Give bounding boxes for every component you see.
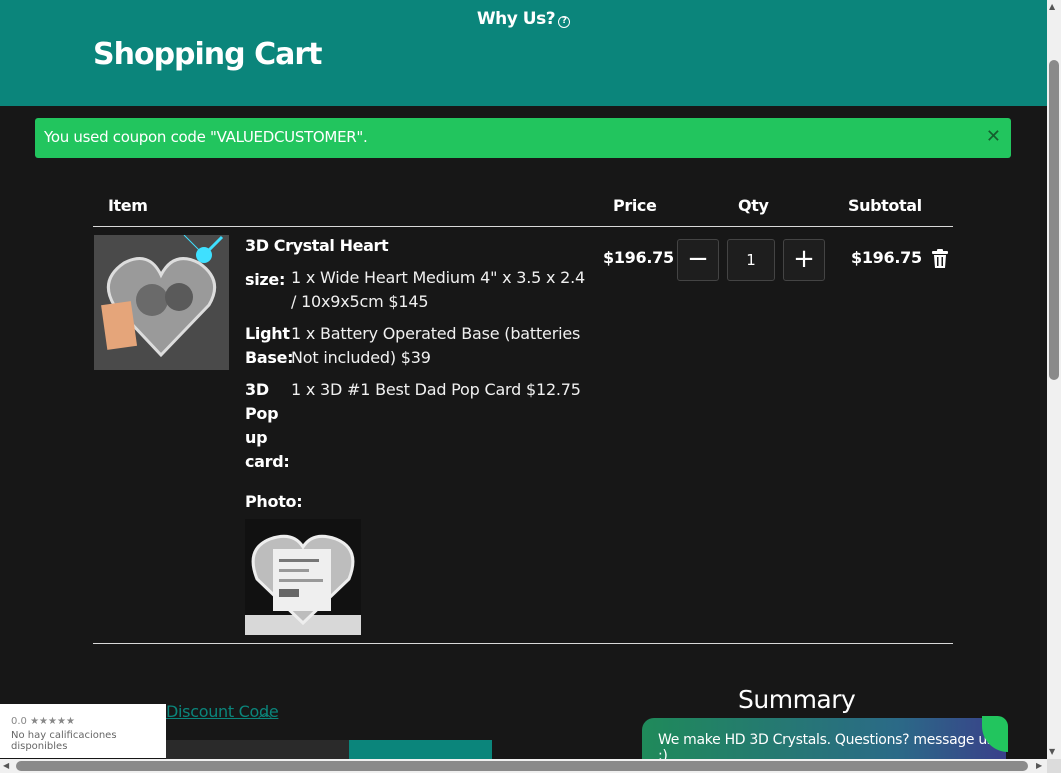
photo-label: Photo: [245, 492, 303, 511]
why-us-label[interactable]: Why Us? [477, 9, 556, 29]
column-header-item: Item [108, 196, 148, 215]
item-price: $196.75 [603, 248, 674, 267]
rating-score: 0.0 ★★★★★ [11, 716, 75, 727]
option-label-size: size: [245, 270, 286, 289]
product-image[interactable] [94, 235, 229, 370]
rating-widget[interactable]: 0.0 ★★★★★ No hay calificaciones disponib… [0, 704, 166, 758]
option-label-popup-card: 3D Pop up card: [245, 380, 290, 471]
option-value-size: 1 x Wide Heart Medium 4" x 3.5 x 2.4 / 1… [291, 268, 586, 311]
rating-text: No hay calificaciones disponibles [11, 730, 117, 752]
qty-decrease-button[interactable]: − [677, 239, 719, 281]
page-title: Shopping Cart [93, 37, 322, 72]
option-value-popup-card: 1 x 3D #1 Best Dad Pop Card $12.75 [291, 380, 581, 399]
uploaded-photo-thumbnail[interactable] [245, 519, 361, 635]
scroll-left-icon[interactable]: ◀ [3, 761, 9, 770]
table-divider-bottom [93, 643, 953, 644]
question-circle-icon: ? [558, 16, 571, 28]
scroll-down-icon[interactable]: ▼ [1049, 747, 1055, 756]
close-icon[interactable]: ✕ [986, 126, 1001, 147]
why-us-link[interactable]: Why Us?? [0, 9, 1047, 29]
chat-widget[interactable]: We make HD 3D Crystals. Questions? messa… [642, 716, 1008, 764]
column-header-price: Price [613, 196, 657, 215]
trash-icon[interactable] [931, 249, 949, 269]
summary-title: Summary [738, 685, 856, 714]
horizontal-scroll-thumb[interactable] [16, 761, 1028, 771]
qty-input[interactable] [727, 239, 775, 281]
option-value-light-base: 1 x Battery Operated Base (batteries Not… [291, 324, 581, 367]
product-name[interactable]: 3D Crystal Heart [245, 236, 389, 255]
column-header-qty: Qty [738, 196, 769, 215]
coupon-notice-text: You used coupon code "VALUEDCUSTOMER". [44, 128, 368, 146]
column-header-subtotal: Subtotal [848, 196, 922, 215]
item-subtotal: $196.75 [851, 248, 922, 267]
scroll-right-icon[interactable]: ▶ [1036, 761, 1042, 770]
option-label-light-base: Light Base: [245, 324, 294, 367]
horizontal-scrollbar[interactable]: ◀ ▶ [0, 759, 1047, 773]
vertical-scroll-thumb[interactable] [1049, 60, 1059, 380]
chevron-up-icon[interactable]: ︿ [258, 702, 272, 722]
scrollbar-corner [1047, 759, 1061, 773]
discount-input[interactable] [166, 740, 349, 760]
qty-increase-button[interactable]: + [783, 239, 825, 281]
scroll-up-icon[interactable]: ▲ [1049, 2, 1055, 11]
vertical-scrollbar[interactable]: ▲ ▼ [1047, 0, 1061, 773]
apply-discount-button[interactable] [349, 740, 492, 760]
table-divider [93, 226, 953, 227]
coupon-notice: You used coupon code "VALUEDCUSTOMER". ✕ [35, 118, 1011, 158]
header-bar: Why Us?? Shopping Cart [0, 0, 1047, 106]
